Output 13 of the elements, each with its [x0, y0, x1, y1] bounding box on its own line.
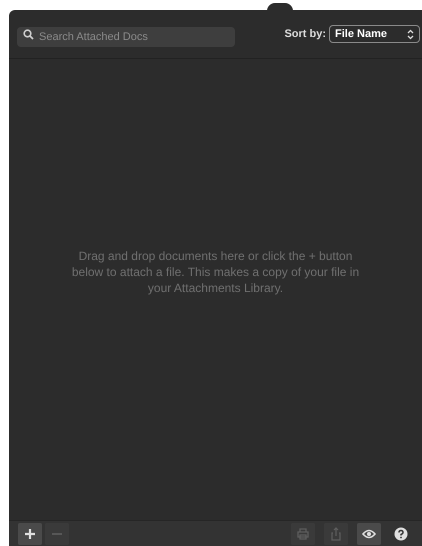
search-field[interactable]: Search Attached Docs — [17, 27, 235, 47]
share-icon — [329, 526, 343, 540]
eye-icon — [362, 526, 376, 540]
sort-dropdown[interactable]: File Name — [329, 25, 420, 43]
help-icon — [394, 526, 408, 540]
sort-label: Sort by: — [284, 26, 326, 42]
add-button[interactable] — [18, 522, 42, 544]
preview-button[interactable] — [357, 522, 381, 544]
empty-message: Drag and drop documents here or click the + button below to attach a file. This makes a copy of your file in your Attachments Library. — [70, 248, 360, 296]
add-icon — [23, 526, 37, 540]
printer-icon — [296, 526, 310, 540]
search-icon — [23, 29, 34, 40]
stepper-icon — [407, 28, 414, 40]
